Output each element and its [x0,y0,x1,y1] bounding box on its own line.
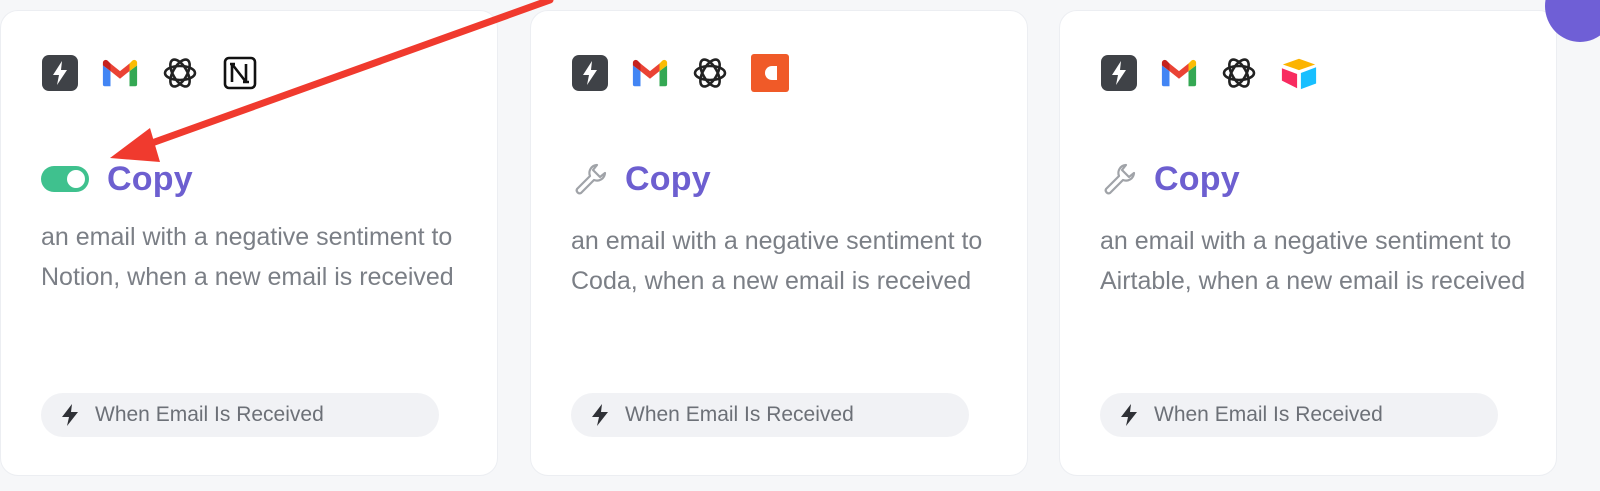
annotation-arrow [110,0,554,162]
